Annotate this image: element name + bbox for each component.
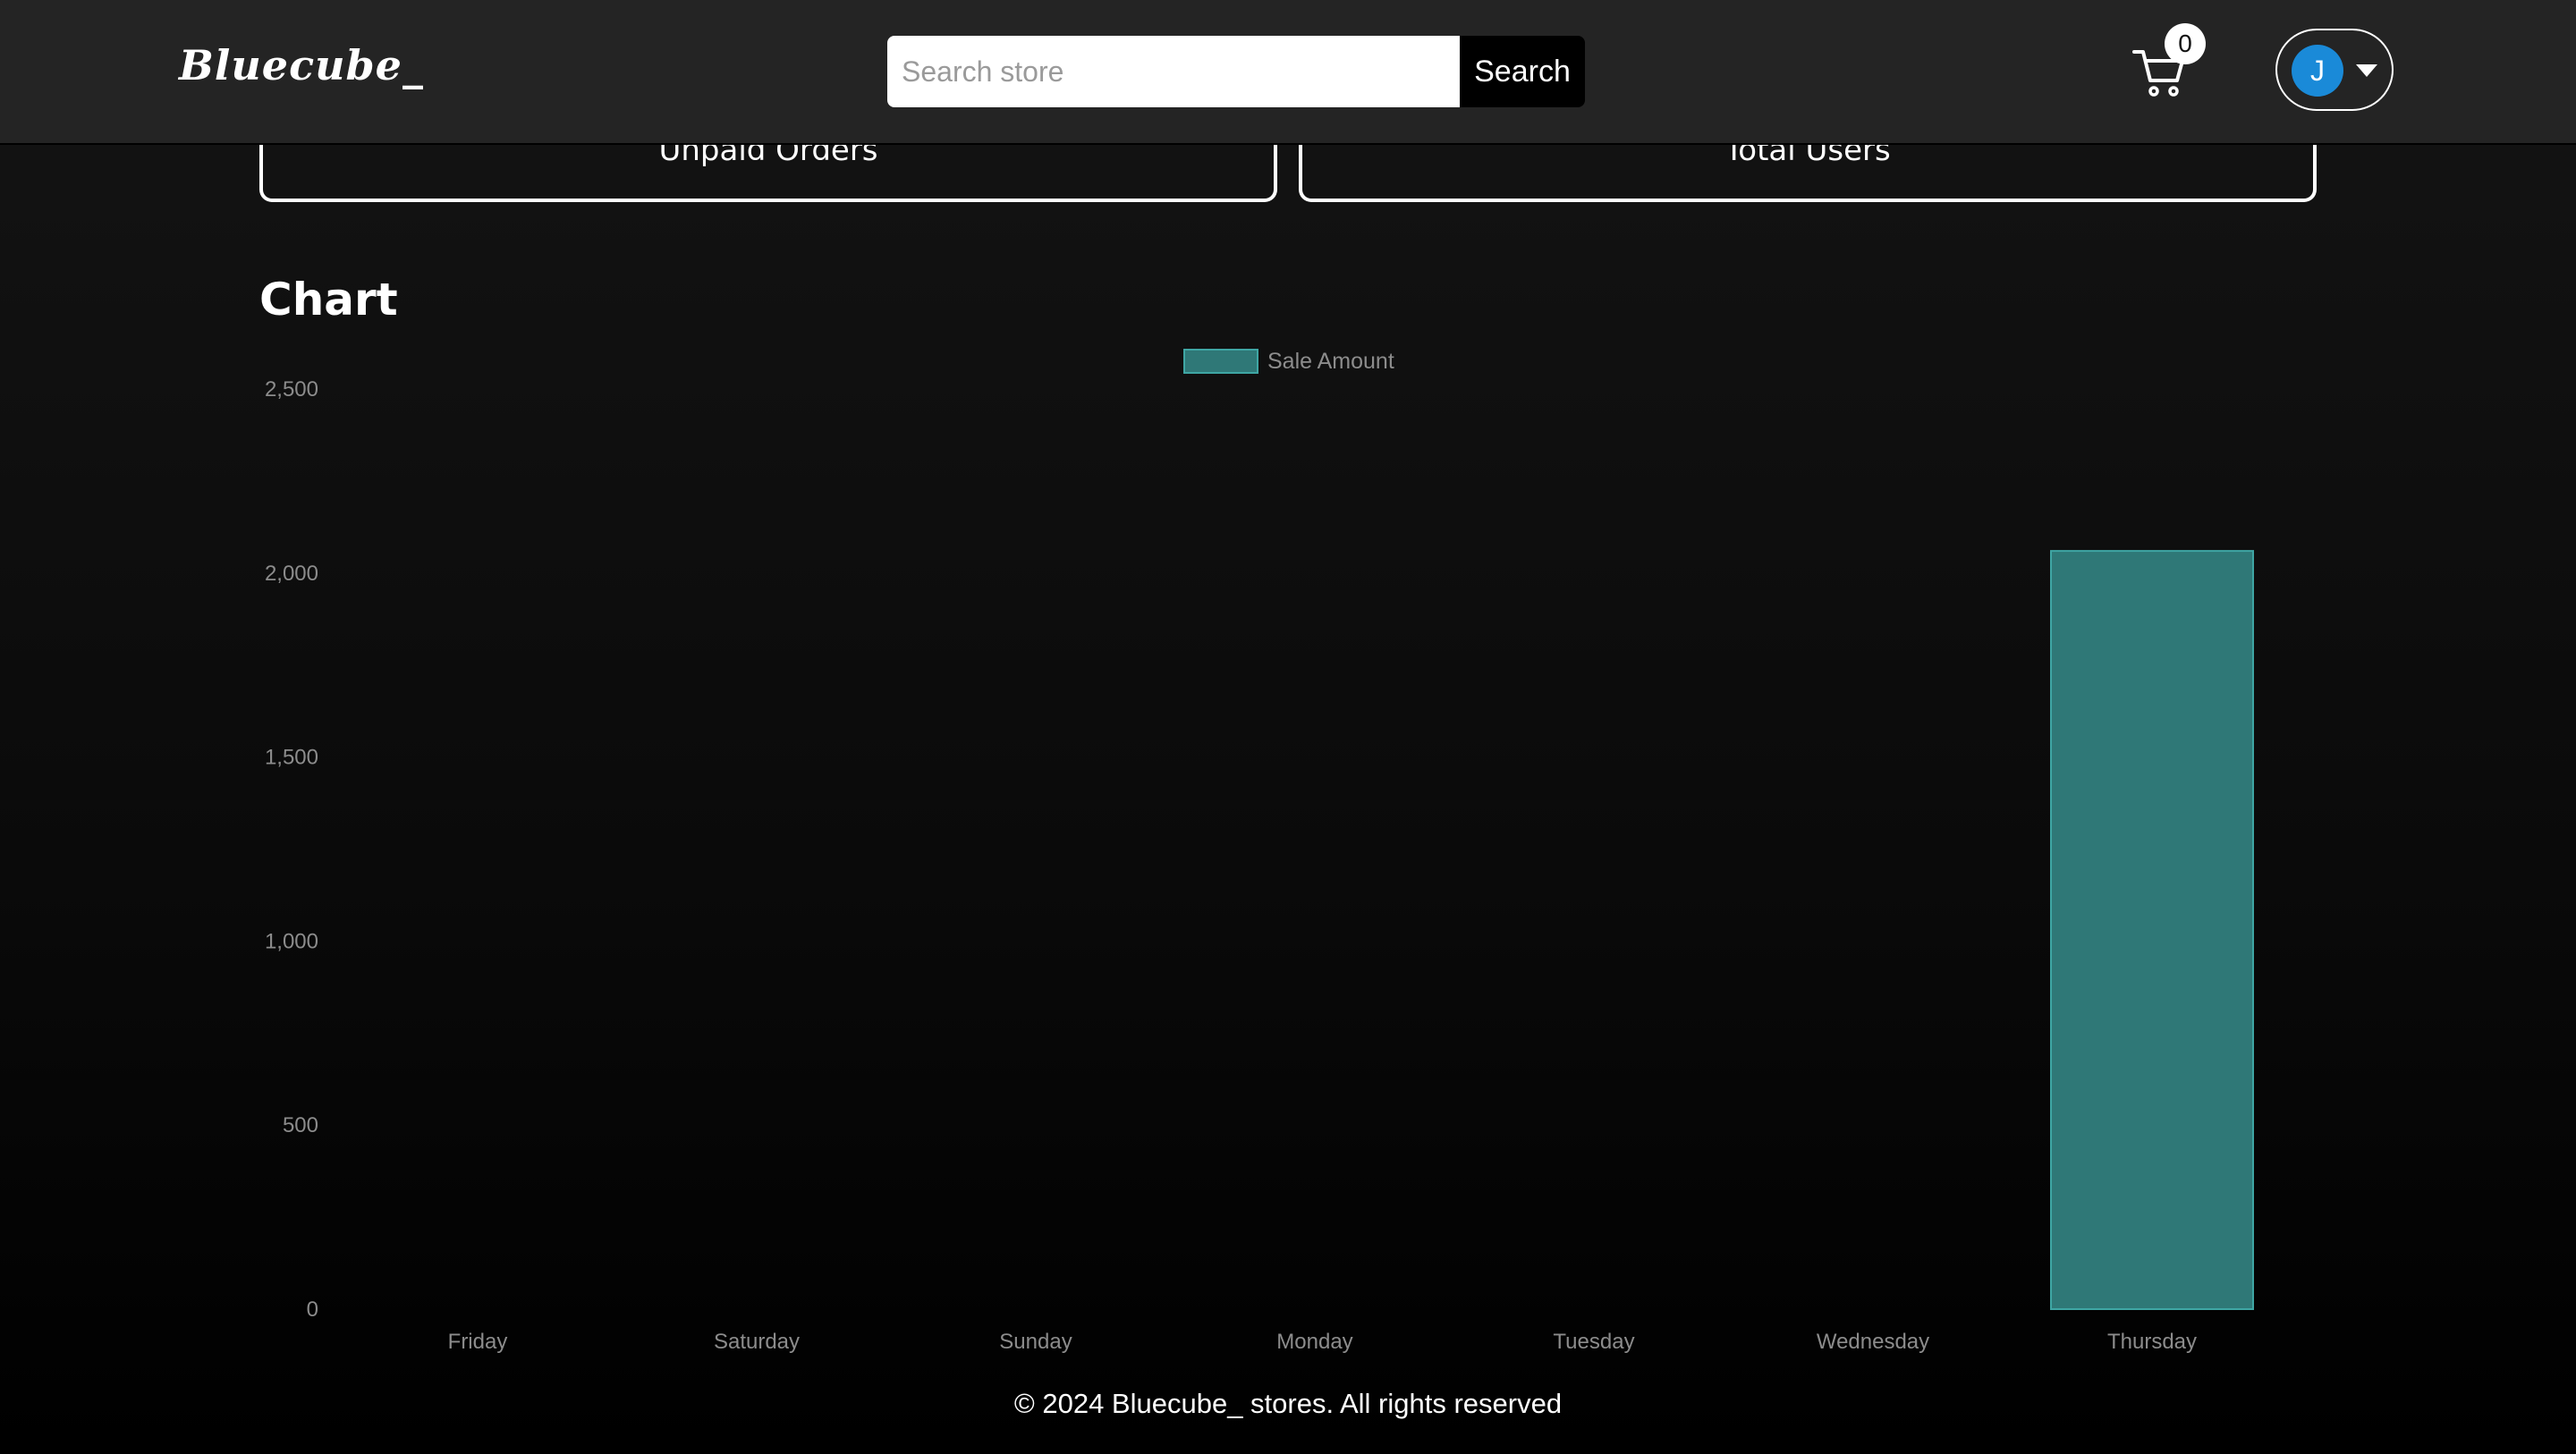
x-tick-label: Wednesday [1817, 1330, 1929, 1354]
y-tick-label: 1,500 [265, 746, 318, 770]
search-input[interactable] [887, 36, 1460, 107]
y-tick-label: 500 [283, 1113, 318, 1137]
cart-count-badge: 0 [2165, 23, 2206, 64]
footer-copyright: © 2024 Bluecube_ stores. All rights rese… [1013, 1388, 1563, 1419]
bar [2050, 550, 2254, 1310]
avatar: J [2292, 45, 2343, 97]
sales-bar-chart: 0 500 1,000 1,500 2,000 2,500 Friday Saturday Su… [265, 349, 2254, 1354]
legend-label: Sale Amount [1267, 349, 1394, 374]
x-tick-label: Sunday [999, 1330, 1072, 1354]
user-menu-button[interactable]: J [2275, 29, 2394, 111]
caret-down-icon [2356, 64, 2377, 77]
x-tick-label: Saturday [714, 1330, 800, 1354]
x-tick-label: Tuesday [1553, 1330, 1634, 1354]
x-tick-label: Friday [448, 1330, 508, 1354]
y-tick-label: 2,000 [265, 562, 318, 586]
search-bar: Search [887, 36, 1585, 107]
x-tick-label: Thursday [2107, 1330, 2197, 1354]
legend-swatch [1183, 349, 1258, 374]
logo[interactable]: Bluecube_ [179, 41, 424, 89]
top-navbar: Bluecube_ Search 0 J [0, 0, 2576, 145]
y-tick-label: 0 [307, 1298, 318, 1322]
y-tick-label: 1,000 [265, 929, 318, 953]
y-tick-label: 2,500 [265, 377, 318, 402]
x-tick-label: Monday [1276, 1330, 1352, 1354]
search-button[interactable]: Search [1460, 36, 1585, 107]
